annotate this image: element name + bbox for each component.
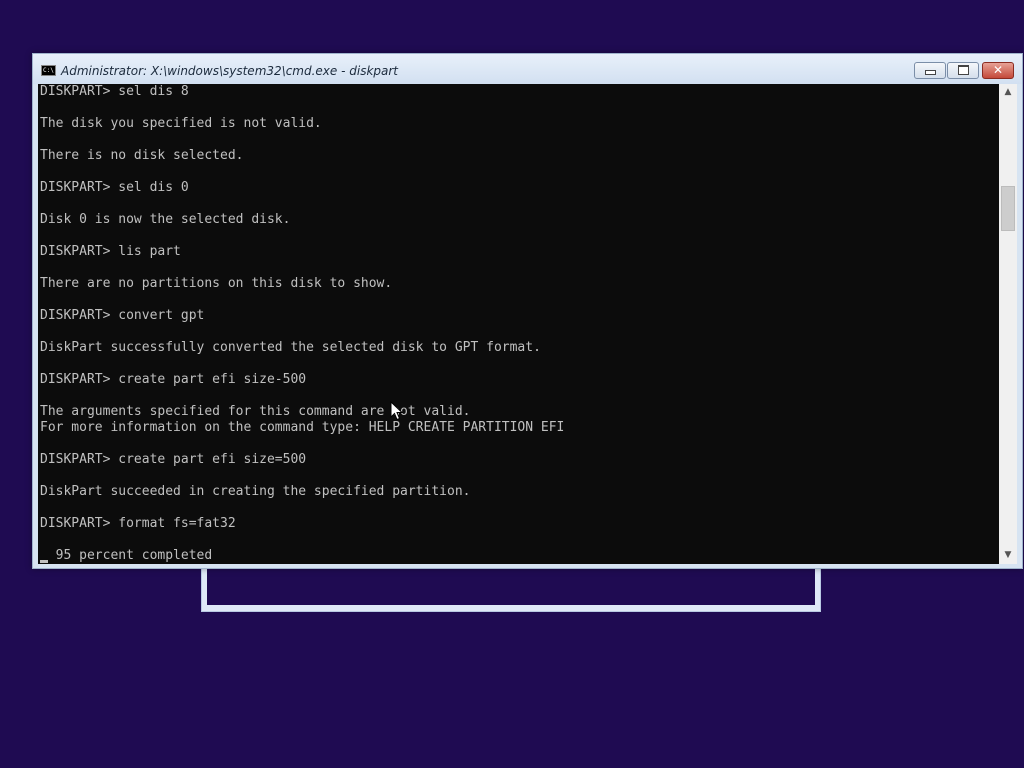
maximize-button[interactable] [947,62,979,79]
console-lines: DISKPART> sel dis 8 The disk you specifie… [40,84,564,564]
console-line: There are no partitions on this disk to … [40,276,393,291]
console-line: DISKPART> create part efi size-500 [40,372,307,387]
console-line: For more information on the command type… [40,420,565,435]
vertical-scrollbar[interactable]: ▲ ▼ [999,84,1017,564]
window-title: Administrator: X:\windows\system32\cmd.e… [61,64,399,78]
mouse-pointer-icon [390,401,404,421]
title-bar[interactable]: C:\ Administrator: X:\windows\system32\c… [33,54,1022,84]
maximize-icon [957,65,969,75]
desktop: C:\ Administrator: X:\windows\system32\c… [0,0,1024,768]
console-line: DISKPART> sel dis 0 [40,180,189,195]
minimize-icon [924,69,936,75]
console-line: DiskPart succeeded in creating the speci… [40,484,471,499]
console-line: The disk you specified is not valid. [40,116,322,131]
cmd-icon[interactable]: C:\ [41,65,56,76]
scroll-up-arrow-icon[interactable]: ▲ [999,84,1017,101]
console-line: DISKPART> create part efi size=500 [40,452,307,467]
console-line: DISKPART> convert gpt [40,308,205,323]
console-line: 95 percent completed [40,548,213,563]
console-output[interactable]: DISKPART> sel dis 8 The disk you specifie… [38,84,999,564]
close-icon: ✕ [992,63,1004,77]
console-line: DISKPART> format fs=fat32 [40,516,236,531]
console-line: The arguments specified for this command… [40,404,471,419]
console-line: There is no disk selected. [40,148,244,163]
console-line: DiskPart successfully converted the sele… [40,340,541,355]
minimize-button[interactable] [914,62,946,79]
console-line: Disk 0 is now the selected disk. [40,212,291,227]
scroll-thumb[interactable] [1001,186,1015,231]
text-cursor [40,560,48,563]
scroll-down-arrow-icon[interactable]: ▼ [999,547,1017,564]
console-line: DISKPART> sel dis 8 [40,84,189,99]
cmd-window: C:\ Administrator: X:\windows\system32\c… [32,53,1023,569]
console-line: DISKPART> lis part [40,244,181,259]
close-button[interactable]: ✕ [982,62,1014,79]
